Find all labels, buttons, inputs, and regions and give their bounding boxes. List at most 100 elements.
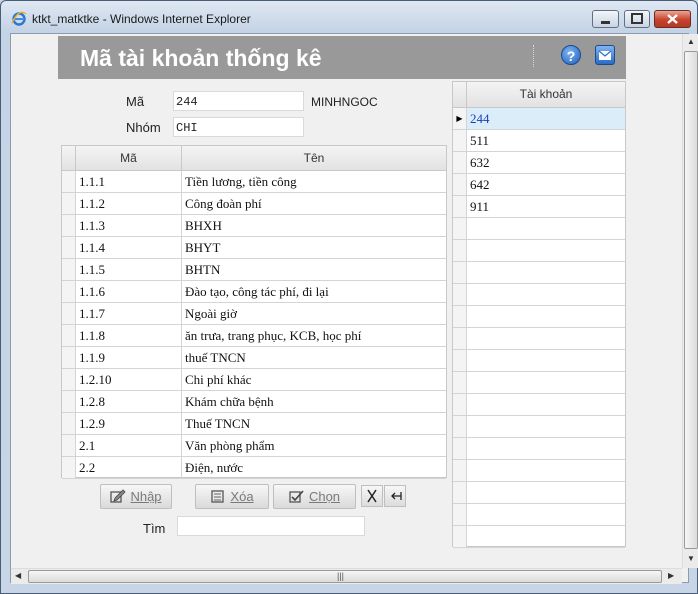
cell-tai-khoan[interactable] — [467, 284, 625, 305]
row-indicator[interactable] — [453, 372, 467, 393]
scroll-up-icon[interactable]: ▲ — [687, 37, 695, 46]
empty-row[interactable] — [453, 218, 625, 240]
cell-tai-khoan[interactable] — [467, 438, 625, 459]
empty-row[interactable] — [453, 394, 625, 416]
cut-button[interactable] — [361, 485, 383, 507]
cell-tai-khoan[interactable]: 244 — [467, 108, 625, 129]
row-indicator[interactable] — [453, 174, 467, 195]
empty-row[interactable] — [453, 438, 625, 460]
table-row[interactable]: 1.1.4 BHYT — [62, 237, 446, 259]
table-row[interactable]: 911 — [453, 196, 625, 218]
cell-ten[interactable]: Đào tạo, công tác phí, đi lại — [182, 281, 446, 302]
minimize-button[interactable] — [592, 10, 619, 28]
cell-tai-khoan[interactable] — [467, 306, 625, 327]
scroll-down-icon[interactable]: ▼ — [687, 554, 695, 563]
row-indicator[interactable] — [453, 284, 467, 305]
cell-ten[interactable]: Khám chữa bệnh — [182, 391, 446, 412]
row-indicator[interactable] — [453, 152, 467, 173]
cell-ten[interactable]: Văn phòng phẩm — [182, 435, 446, 456]
vertical-scrollbar[interactable]: ▲ ▼ — [682, 34, 698, 568]
row-indicator[interactable] — [62, 457, 76, 478]
row-indicator[interactable] — [62, 369, 76, 390]
row-indicator[interactable] — [453, 394, 467, 415]
row-indicator[interactable] — [62, 325, 76, 346]
cell-tai-khoan[interactable] — [467, 218, 625, 239]
cell-ma[interactable]: 1.1.3 — [76, 215, 182, 236]
cell-tai-khoan[interactable] — [467, 328, 625, 349]
cell-ten[interactable]: ăn trưa, trang phục, KCB, học phí — [182, 325, 446, 346]
row-indicator[interactable] — [62, 347, 76, 368]
search-input[interactable] — [177, 516, 365, 536]
cell-ma[interactable]: 1.1.9 — [76, 347, 182, 368]
row-indicator[interactable] — [62, 259, 76, 280]
table-row[interactable]: 632 — [453, 152, 625, 174]
cell-ma[interactable]: 1.1.2 — [76, 193, 182, 214]
row-indicator[interactable] — [62, 435, 76, 456]
empty-row[interactable] — [453, 350, 625, 372]
cell-tai-khoan[interactable] — [467, 240, 625, 261]
cell-ten[interactable]: Ngoài giờ — [182, 303, 446, 324]
cell-tai-khoan[interactable]: 911 — [467, 196, 625, 217]
cell-tai-khoan[interactable]: 642 — [467, 174, 625, 195]
row-indicator[interactable] — [453, 218, 467, 239]
row-indicator[interactable] — [62, 391, 76, 412]
cell-ten[interactable]: BHYT — [182, 237, 446, 258]
cell-tai-khoan[interactable] — [467, 416, 625, 437]
row-indicator[interactable] — [62, 413, 76, 434]
current-row-arrow-icon[interactable]: ▶ — [453, 108, 467, 129]
cell-tai-khoan[interactable] — [467, 460, 625, 481]
table-row[interactable]: 1.1.7 Ngoài giờ — [62, 303, 446, 325]
xoa-button[interactable]: Xóa — [195, 484, 269, 509]
cell-tai-khoan[interactable] — [467, 372, 625, 393]
empty-row[interactable] — [453, 504, 625, 526]
mail-icon[interactable] — [595, 45, 615, 65]
nhom-field[interactable]: CHI — [173, 117, 304, 137]
horizontal-scrollbar[interactable]: ◀ ||| ▶ — [11, 568, 682, 584]
row-indicator[interactable] — [453, 350, 467, 371]
maximize-button[interactable] — [624, 10, 650, 28]
cell-tai-khoan[interactable] — [467, 526, 625, 547]
empty-row[interactable] — [453, 328, 625, 350]
empty-row[interactable] — [453, 306, 625, 328]
row-indicator[interactable] — [453, 438, 467, 459]
table-row[interactable]: 642 — [453, 174, 625, 196]
empty-row[interactable] — [453, 416, 625, 438]
horizontal-scroll-thumb[interactable]: ||| — [28, 570, 662, 583]
ma-field[interactable]: 244 — [173, 91, 304, 111]
cell-ten[interactable]: Chi phí khác — [182, 369, 446, 390]
cell-tai-khoan[interactable]: 511 — [467, 130, 625, 151]
cell-ten[interactable]: Điện, nước — [182, 457, 446, 478]
row-indicator[interactable] — [453, 526, 467, 547]
row-indicator[interactable] — [453, 240, 467, 261]
close-button[interactable] — [654, 10, 691, 28]
table-row[interactable]: 1.1.6 Đào tạo, công tác phí, đi lại — [62, 281, 446, 303]
cell-ten[interactable]: Thuế TNCN — [182, 413, 446, 434]
table-row[interactable]: 511 — [453, 130, 625, 152]
row-indicator[interactable] — [62, 237, 76, 258]
row-indicator[interactable] — [62, 193, 76, 214]
cell-ma[interactable]: 1.1.4 — [76, 237, 182, 258]
row-indicator[interactable] — [453, 328, 467, 349]
table-row[interactable]: 1.2.8 Khám chữa bệnh — [62, 391, 446, 413]
empty-row[interactable] — [453, 460, 625, 482]
row-indicator[interactable] — [453, 262, 467, 283]
row-indicator[interactable] — [453, 130, 467, 151]
cell-ma[interactable]: 1.1.7 — [76, 303, 182, 324]
scroll-left-icon[interactable]: ◀ — [15, 571, 21, 580]
cell-ma[interactable]: 1.2.8 — [76, 391, 182, 412]
cell-ten[interactable]: Công đoàn phí — [182, 193, 446, 214]
table-row[interactable]: 1.1.8 ăn trưa, trang phục, KCB, học phí — [62, 325, 446, 347]
cell-ten[interactable]: Tiền lương, tiền công — [182, 171, 446, 192]
empty-row[interactable] — [453, 526, 625, 548]
empty-row[interactable] — [453, 240, 625, 262]
cell-ten[interactable]: thuế TNCN — [182, 347, 446, 368]
cell-tai-khoan[interactable] — [467, 482, 625, 503]
cell-ten[interactable]: BHXH — [182, 215, 446, 236]
table-row[interactable]: 1.2.10 Chi phí khác — [62, 369, 446, 391]
cell-tai-khoan[interactable] — [467, 394, 625, 415]
column-header-ma[interactable]: Mã — [76, 146, 182, 170]
row-indicator[interactable] — [453, 460, 467, 481]
chon-button[interactable]: Chọn — [273, 484, 356, 509]
row-indicator[interactable] — [453, 504, 467, 525]
table-row[interactable]: 1.2.9 Thuế TNCN — [62, 413, 446, 435]
